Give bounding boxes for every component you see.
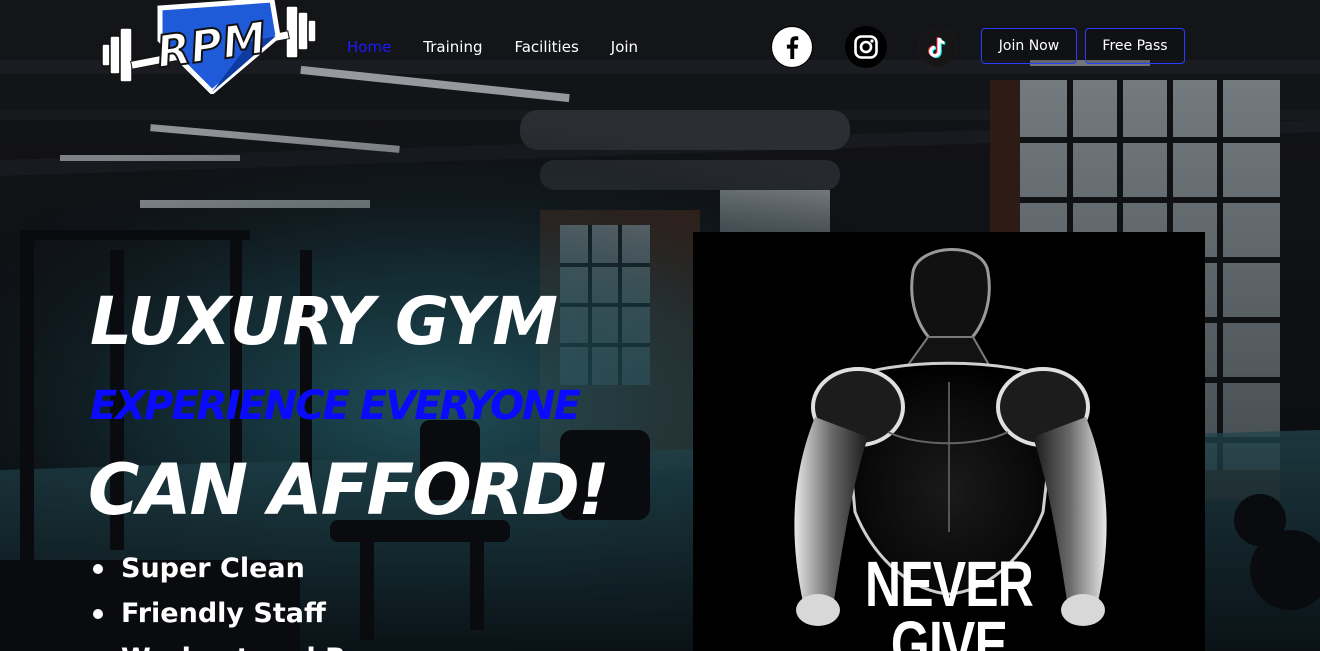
bullet-icon bbox=[93, 609, 103, 619]
nav-item-facilities[interactable]: Facilities bbox=[514, 38, 578, 56]
facebook-icon[interactable] bbox=[771, 26, 813, 68]
list-item: Workout and R bbox=[90, 638, 346, 651]
page: RPM Home Training Facilities Join Join N… bbox=[0, 0, 1320, 651]
instagram-icon[interactable] bbox=[845, 26, 887, 68]
hero-title: LUXURY GYM bbox=[90, 283, 558, 360]
list-item: Super Clean bbox=[90, 548, 346, 593]
hero-subtitle: EXPERIENCE EVERYONE bbox=[90, 383, 581, 429]
feature-label: Friendly Staff bbox=[121, 598, 326, 629]
feature-label: Workout and R bbox=[121, 643, 346, 651]
poster-caption-line-1: NEVER bbox=[864, 548, 1034, 620]
nav-item-training[interactable]: Training bbox=[423, 38, 482, 56]
poster-caption-line-2: GIVE bbox=[890, 608, 1008, 651]
main-nav: Home Training Facilities Join bbox=[347, 36, 670, 58]
nav-item-home[interactable]: Home bbox=[347, 38, 391, 56]
feature-list: Super Clean Friendly Staff Workout and R bbox=[90, 548, 346, 651]
rpm-logo[interactable]: RPM bbox=[100, 0, 318, 96]
never-give-up-poster: NEVER GIVE bbox=[693, 232, 1205, 651]
list-item: Friendly Staff bbox=[90, 593, 346, 638]
site-header: RPM Home Training Facilities Join Join N… bbox=[0, 0, 1320, 96]
bullet-icon bbox=[93, 564, 103, 574]
hero-title-end: CAN AFFORD! bbox=[88, 449, 610, 531]
tiktok-icon[interactable] bbox=[918, 27, 958, 67]
join-now-button[interactable]: Join Now bbox=[981, 28, 1077, 64]
feature-label: Super Clean bbox=[121, 553, 305, 584]
poster-caption: NEVER GIVE bbox=[749, 548, 1148, 651]
nav-item-join[interactable]: Join bbox=[611, 38, 638, 56]
free-pass-button[interactable]: Free Pass bbox=[1085, 28, 1185, 64]
